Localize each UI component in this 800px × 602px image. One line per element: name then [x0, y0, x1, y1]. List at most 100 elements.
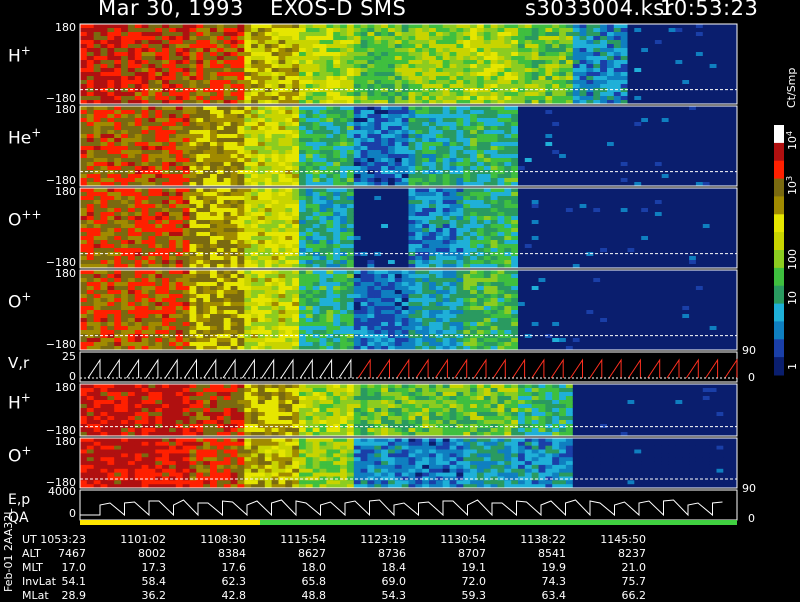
heatmap-cell	[696, 96, 703, 101]
heatmap-cell	[210, 60, 217, 65]
heatmap-cell	[504, 76, 511, 81]
heatmap-cell	[272, 52, 279, 57]
heatmap-cell	[436, 216, 443, 221]
heatmap-cell	[265, 72, 272, 77]
heatmap-cell	[169, 40, 176, 45]
heatmap-cell	[463, 138, 470, 143]
heatmap-cell	[292, 134, 299, 139]
heatmap-cell	[210, 96, 217, 101]
heatmap-cell	[142, 122, 149, 127]
heatmap-cell	[244, 80, 251, 85]
heatmap-cell	[210, 36, 217, 41]
heatmap-cell	[306, 200, 313, 205]
heatmap-cell	[285, 118, 292, 123]
heatmap-cell	[128, 92, 135, 97]
heatmap-cell	[237, 188, 244, 193]
heatmap-cell	[669, 52, 676, 57]
heatmap-cell	[190, 76, 197, 81]
heatmap-cell	[176, 158, 183, 163]
heatmap-cell	[730, 138, 737, 143]
heatmap-cell	[326, 126, 333, 131]
heatmap-cell	[251, 36, 258, 41]
heatmap-cell	[142, 28, 149, 33]
heatmap-cell	[148, 204, 155, 209]
heatmap-cell	[525, 178, 532, 183]
heatmap-cell	[443, 232, 450, 237]
heatmap-cell	[87, 88, 94, 93]
heatmap-cell	[231, 232, 238, 237]
heatmap-cell	[422, 28, 429, 33]
heatmap-cell	[169, 138, 176, 143]
heatmap-cell	[292, 28, 299, 33]
heatmap-cell	[374, 84, 381, 89]
heatmap-cell	[730, 32, 737, 37]
heatmap-cell	[388, 126, 395, 131]
heatmap-cell	[470, 142, 477, 147]
heatmap-cell	[545, 48, 552, 53]
heatmap-cell	[614, 158, 621, 163]
heatmap-cell	[142, 76, 149, 81]
heatmap-cell	[354, 188, 361, 193]
heatmap-cell	[196, 56, 203, 61]
heatmap-cell	[607, 60, 614, 65]
heatmap-cell	[299, 60, 306, 65]
heatmap-cell	[128, 36, 135, 41]
heatmap-cell	[292, 146, 299, 151]
heatmap-cell	[251, 204, 258, 209]
heatmap-cell	[402, 114, 409, 119]
heatmap-cell	[183, 200, 190, 205]
heatmap-cell	[210, 170, 217, 175]
heatmap-cell	[114, 244, 121, 249]
heatmap-cell	[340, 212, 347, 217]
heatmap-cell	[402, 88, 409, 93]
heatmap-cell	[176, 142, 183, 147]
heatmap-cell	[539, 72, 546, 77]
heatmap-cell	[258, 72, 265, 77]
heatmap-cell	[600, 138, 607, 143]
heatmap-cell	[443, 40, 450, 45]
heatmap-cell	[299, 122, 306, 127]
heatmap-cell	[80, 92, 87, 97]
heatmap-cell	[422, 192, 429, 197]
heatmap-cell	[586, 84, 593, 89]
heatmap-cell	[525, 24, 532, 29]
heatmap-cell	[155, 106, 162, 111]
heatmap-cell	[367, 178, 374, 183]
heatmap-cell	[176, 178, 183, 183]
heatmap-cell	[641, 28, 648, 33]
heatmap-cell	[539, 170, 546, 175]
heatmap-cell	[320, 56, 327, 61]
heatmap-cell	[190, 126, 197, 131]
heatmap-cell	[580, 92, 587, 97]
heatmap-cell	[94, 40, 101, 45]
heatmap-cell	[155, 170, 162, 175]
heatmap-cell	[121, 232, 128, 237]
heatmap-cell	[142, 174, 149, 179]
heatmap-cell	[142, 36, 149, 41]
heatmap-cell	[655, 110, 662, 115]
heatmap-cell	[231, 220, 238, 225]
heatmap-cell	[279, 84, 286, 89]
heatmap-cell	[224, 260, 231, 265]
heatmap-cell	[94, 204, 101, 209]
heatmap-cell	[361, 40, 368, 45]
heatmap-cell	[169, 142, 176, 147]
heatmap-cell	[299, 146, 306, 151]
heatmap-cell	[675, 106, 682, 111]
heatmap-cell	[580, 122, 587, 127]
heatmap-cell	[429, 40, 436, 45]
heatmap-cell	[94, 224, 101, 229]
panel-label: H+	[8, 44, 31, 67]
heatmap-cell	[244, 244, 251, 249]
heatmap-cell	[155, 244, 162, 249]
heatmap-cell	[498, 170, 505, 175]
heatmap-cell	[101, 212, 108, 217]
heatmap-cell	[162, 212, 169, 217]
heatmap-cell	[361, 138, 368, 143]
heatmap-cell	[409, 166, 416, 171]
heatmap-cell	[279, 232, 286, 237]
heatmap-cell	[539, 76, 546, 81]
heatmap-cell	[374, 106, 381, 111]
heatmap-cell	[443, 106, 450, 111]
heatmap-cell	[491, 106, 498, 111]
